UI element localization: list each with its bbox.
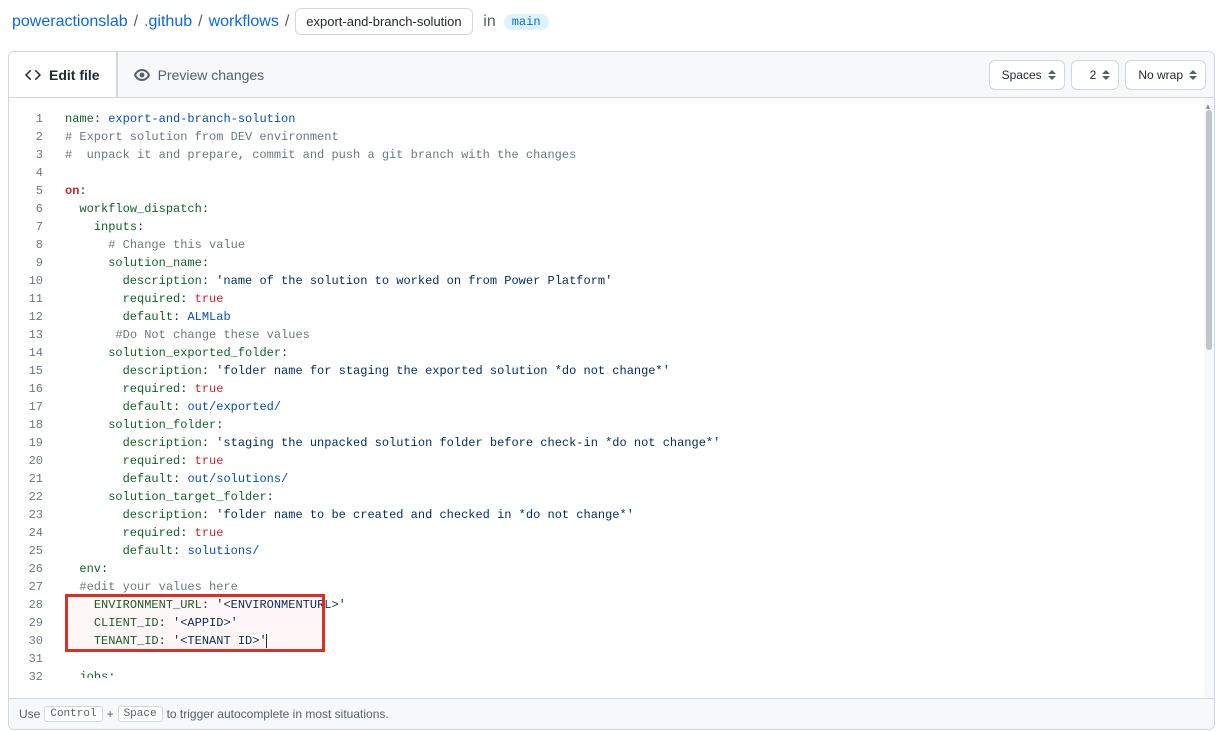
indent-mode-select[interactable]: Spaces — [989, 60, 1065, 90]
line-numbers-gutter: 1234567891011121314151617181920212223242… — [9, 98, 59, 698]
breadcrumb-repo[interactable]: poweractionslab — [12, 13, 128, 31]
breadcrumb-path-workflows[interactable]: workflows — [209, 13, 279, 31]
indent-size-select[interactable]: 2 — [1071, 60, 1120, 90]
breadcrumb-path-github[interactable]: .github — [144, 13, 192, 31]
tab-edit-label: Edit file — [49, 67, 100, 83]
breadcrumb-separator: / — [283, 13, 291, 31]
tab-bar: Edit file Preview changes Spaces 2 No wr… — [9, 52, 1214, 98]
wrap-mode-select[interactable]: No wrap — [1125, 60, 1206, 90]
tab-preview-changes[interactable]: Preview changes — [117, 52, 281, 97]
keyboard-key: Space — [118, 706, 163, 722]
filename-input[interactable] — [295, 8, 473, 35]
editor-footer: Use Control + Space to trigger autocompl… — [9, 698, 1214, 729]
tab-preview-label: Preview changes — [158, 67, 265, 83]
scrollbar-thumb[interactable] — [1206, 110, 1212, 350]
breadcrumb-separator: / — [196, 13, 204, 31]
code-editor[interactable]: 1234567891011121314151617181920212223242… — [9, 98, 1214, 698]
code-content[interactable]: name: export-and-branch-solution# Export… — [59, 98, 1214, 698]
keyboard-key: Control — [44, 706, 102, 722]
branch-tag[interactable]: main — [504, 14, 549, 30]
tab-edit-file[interactable]: Edit file — [9, 52, 117, 97]
chevron-updown-icon — [1102, 68, 1112, 82]
code-icon — [25, 67, 41, 83]
breadcrumb-separator: / — [132, 13, 140, 31]
editor-controls: Spaces 2 No wrap — [989, 60, 1214, 90]
eye-icon — [134, 67, 150, 83]
editor-container: Edit file Preview changes Spaces 2 No wr… — [8, 51, 1215, 730]
chevron-updown-icon — [1048, 68, 1058, 82]
breadcrumb: poweractionslab / .github / workflows / … — [8, 0, 1215, 51]
in-label: in — [483, 13, 495, 31]
vertical-scrollbar[interactable]: ▴ — [1204, 98, 1214, 698]
chevron-updown-icon — [1189, 68, 1199, 82]
